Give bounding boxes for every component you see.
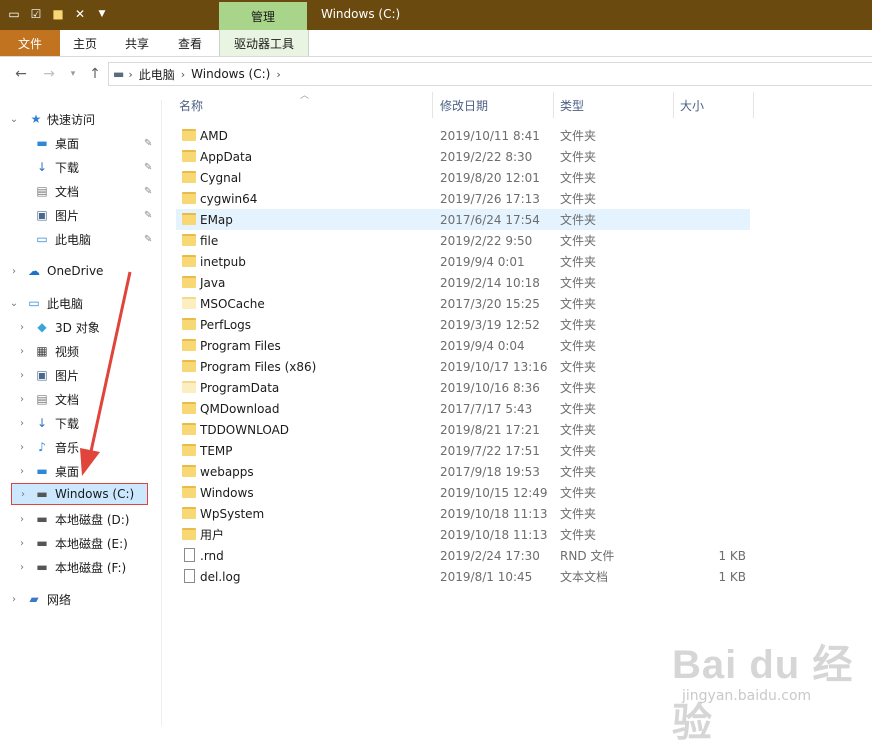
annotation-arrow bbox=[80, 271, 132, 476]
watermark-url: jingyan.baidu.com bbox=[682, 688, 812, 704]
annotation-arrow-head bbox=[80, 448, 100, 476]
watermark: Bai du 经验 jingyan.baidu.com bbox=[672, 632, 862, 745]
annotation-arrow-shaft bbox=[88, 271, 132, 457]
